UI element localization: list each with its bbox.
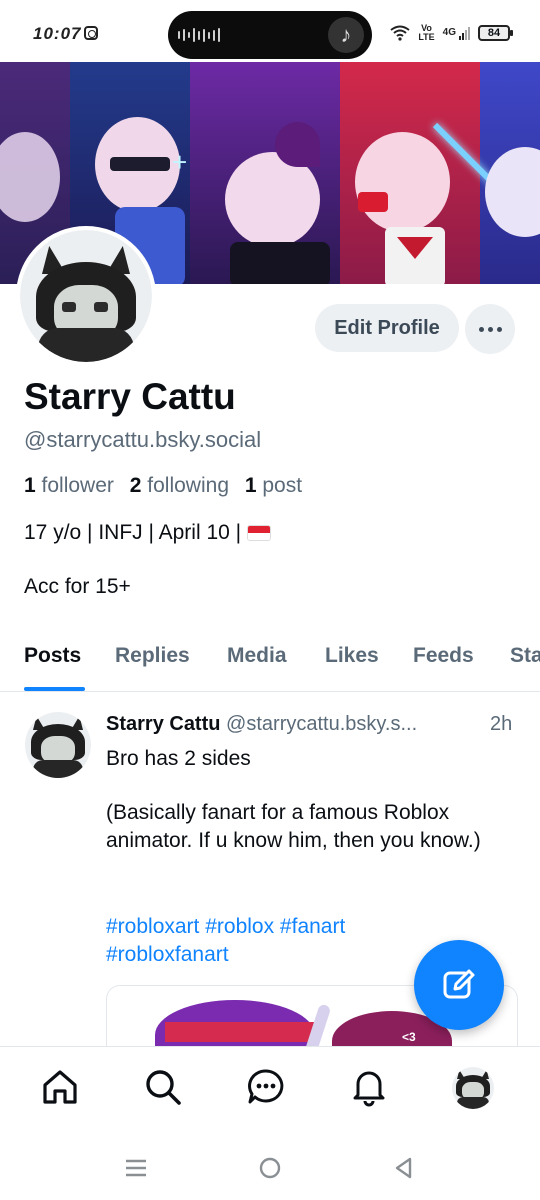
dynamic-island: ♪ [168,11,372,59]
post-hashtags[interactable]: #robloxart #roblox #fanart #robloxfanart [106,913,406,969]
volte-bottom-text: LTE [418,32,435,42]
nav-chat-button[interactable] [246,1067,286,1107]
nav-search-button[interactable] [143,1067,183,1107]
nav-notifications-button[interactable] [349,1067,389,1107]
tab-feeds[interactable]: Feeds [413,644,474,668]
status-bar: 10:07 ♪ Vo LTE 4G 84 [0,0,540,62]
bio-line-1: 17 y/o | INFJ | April 10 | [24,521,272,545]
profile-handle: @starrycattu.bsky.social [24,427,262,452]
bio-line-2: Acc for 15+ [24,575,131,598]
battery-icon: 84 [478,25,513,41]
music-note-icon: ♪ [328,17,364,53]
bottom-navigation [0,1046,540,1140]
profile-tabs: Posts Replies Media Likes Feeds Sta [0,640,540,692]
recent-apps-icon[interactable] [124,1156,148,1180]
chat-icon [248,1069,284,1104]
more-icon [478,326,484,332]
tab-posts[interactable]: Posts [24,644,81,668]
nav-home-button[interactable] [40,1067,80,1107]
post-timestamp: 2h [490,713,513,735]
post-author-handle[interactable]: @starrycattu.bsky.s... [226,713,417,735]
status-icons: Vo LTE 4G 84 [390,24,513,42]
edit-profile-button[interactable]: Edit Profile [315,304,459,352]
posts-label: post [262,474,303,497]
system-navigation-bar [0,1140,540,1200]
bell-icon [353,1071,385,1107]
volte-indicator: Vo LTE [418,24,434,42]
following-count: 2 [129,474,142,497]
active-tab-indicator [24,687,85,691]
compose-icon [443,969,475,999]
home-circle-icon[interactable] [258,1156,282,1180]
followers-link[interactable]: 1 follower [24,474,124,497]
bio-text-1: 17 y/o | INFJ | April 10 | [24,521,242,544]
following-link[interactable]: 2 following [130,474,239,497]
search-icon [146,1070,181,1105]
wifi-icon [390,25,410,41]
profile-stats: 1 follower 2 following 1 post [24,474,312,498]
nav-profile-button[interactable] [452,1067,494,1109]
more-options-button[interactable] [465,304,515,354]
signal-icon: 4G [442,26,470,40]
display-name: Starry Cattu [24,376,236,417]
tab-likes[interactable]: Likes [325,644,379,668]
post-text-paragraph: (Basically fanart for a famous Roblox an… [106,801,481,852]
compose-button[interactable] [414,940,504,1030]
network-type: 4G [442,26,456,38]
indonesia-flag-icon [247,525,272,541]
followers-count: 1 [24,474,36,497]
posts-count-group: 1 post [245,474,312,497]
status-time: 10:07 [33,24,82,43]
tab-starter-packs[interactable]: Sta [510,644,540,668]
battery-level: 84 [487,27,501,39]
instagram-notification-icon [84,26,98,40]
tab-replies[interactable]: Replies [115,644,190,668]
post-text-line: Bro has 2 sides [106,747,251,770]
post-header: Starry Cattu @starrycattu.bsky.s... [106,713,518,736]
posts-count: 1 [244,474,257,497]
audio-waveform-icon [178,28,220,42]
back-triangle-icon[interactable] [392,1156,416,1180]
profile-avatar[interactable] [16,226,156,366]
post-author-avatar[interactable] [25,712,91,778]
post-author-name[interactable]: Starry Cattu [106,713,220,735]
home-icon [43,1070,77,1104]
followers-label: follower [41,474,114,497]
tab-media[interactable]: Media [227,644,287,668]
profile-avatar-icon [452,1067,494,1109]
following-label: following [147,474,229,497]
sparkle-icon: + [172,147,188,177]
sparkle-icon: + [198,278,211,284]
